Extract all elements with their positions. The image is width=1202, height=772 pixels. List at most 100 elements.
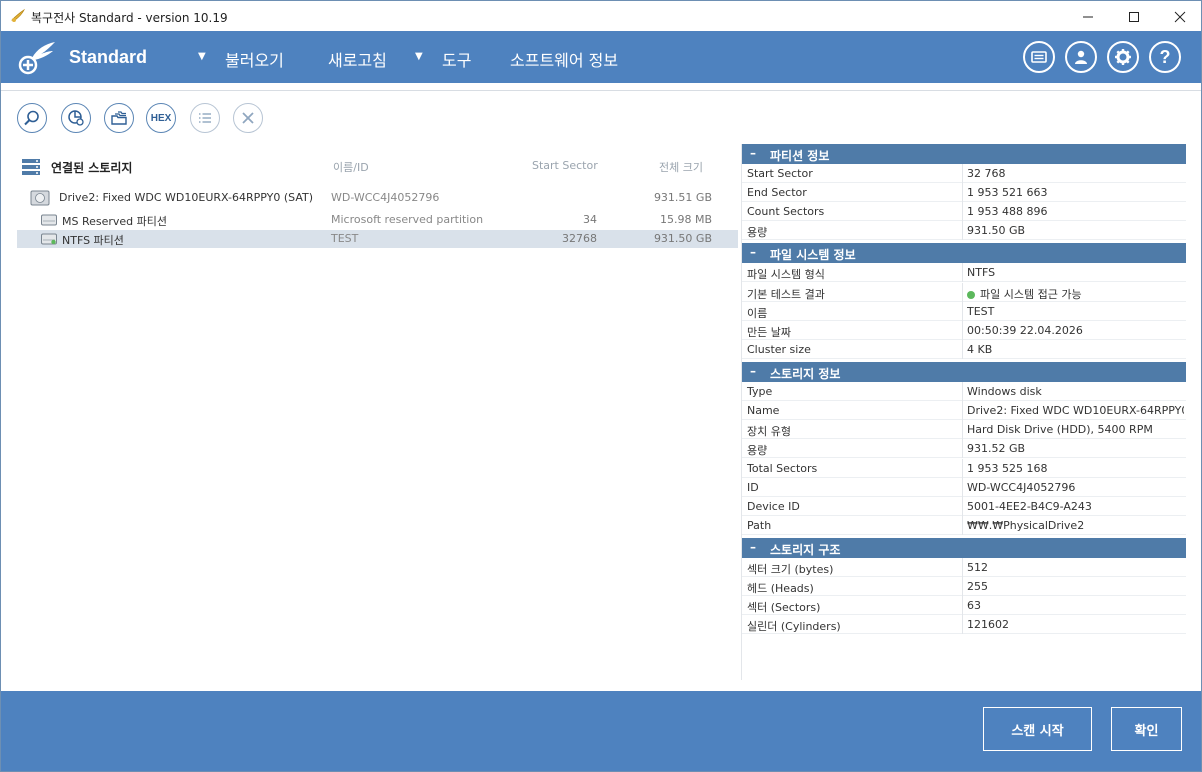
storage-tree: 연결된 스토리지 이름/ID Start Sector 전체 크기 Drive2… bbox=[17, 150, 738, 680]
prop-value: 931.50 GB bbox=[967, 224, 1026, 237]
prop-divider bbox=[962, 478, 963, 497]
window-title: 복구전사 Standard - version 10.19 bbox=[31, 11, 228, 25]
prop-divider bbox=[962, 615, 963, 634]
section-title: 파일 시스템 정보 bbox=[770, 248, 856, 262]
prop-row: 실린더 (Cylinders) 121602 bbox=[742, 615, 1186, 634]
minimize-icon bbox=[1083, 16, 1093, 17]
prop-row: 만든 날짜 00:50:39 22.04.2026 bbox=[742, 321, 1186, 340]
prop-value: 255 bbox=[967, 580, 988, 593]
prop-divider bbox=[962, 459, 963, 478]
prop-row: Cluster size 4 KB bbox=[742, 340, 1186, 359]
prop-key: End Sector bbox=[747, 186, 807, 199]
storage-stack-icon bbox=[22, 159, 40, 175]
list-button[interactable] bbox=[190, 103, 220, 133]
prop-key: Start Sector bbox=[747, 167, 813, 180]
prop-key: 용량 bbox=[747, 444, 768, 457]
pie-chart-icon bbox=[68, 110, 84, 126]
prop-divider bbox=[962, 516, 963, 535]
section-title: 파티션 정보 bbox=[770, 149, 830, 163]
maximize-button[interactable] bbox=[1111, 1, 1157, 32]
prop-key: 헤드 (Heads) bbox=[747, 582, 814, 595]
menu-about[interactable]: 소프트웨어 정보 bbox=[510, 47, 618, 71]
prop-divider bbox=[962, 183, 963, 202]
tree-row-drive[interactable]: Drive2: Fixed WDC WD10EURX-64RPPY0 (SAT)… bbox=[17, 189, 738, 207]
hex-button[interactable]: HEX bbox=[146, 103, 176, 133]
prop-row: Start Sector 32 768 bbox=[742, 164, 1186, 183]
menu-tools-arrow[interactable]: ▼ bbox=[415, 51, 423, 62]
ms-reserved-start-sector: 34 bbox=[583, 213, 597, 226]
folders-icon bbox=[111, 111, 127, 125]
ntfs-start-sector: 32768 bbox=[562, 232, 597, 245]
prop-key: Total Sectors bbox=[747, 462, 818, 475]
prop-row: 이름 TEST bbox=[742, 302, 1186, 321]
prop-divider bbox=[962, 202, 963, 221]
tree-row-ntfs[interactable]: NTFS 파티션 TEST 32768 931.50 GB bbox=[17, 230, 738, 248]
window-frame-left bbox=[0, 31, 1, 772]
card-button[interactable] bbox=[1023, 41, 1055, 73]
ntfs-id: TEST bbox=[331, 232, 359, 245]
prop-value: 1 953 488 896 bbox=[967, 205, 1048, 218]
list-icon bbox=[199, 113, 211, 123]
collapse-icon: – bbox=[750, 245, 756, 259]
prop-row: 파일 시스템 형식 NTFS bbox=[742, 263, 1186, 282]
logo-icon bbox=[18, 42, 55, 75]
search-button[interactable] bbox=[17, 103, 47, 133]
minimize-button[interactable] bbox=[1065, 1, 1111, 32]
help-button[interactable]: ? bbox=[1149, 41, 1181, 73]
menu-dropdown-arrow[interactable]: ▼ bbox=[198, 51, 206, 62]
app-icon bbox=[11, 8, 26, 22]
menu-refresh[interactable]: 새로고침 bbox=[328, 47, 387, 71]
prop-value: WD-WCC4J4052796 bbox=[967, 481, 1076, 494]
prop-divider bbox=[962, 164, 963, 183]
prop-key: 용량 bbox=[747, 226, 768, 239]
user-button[interactable] bbox=[1065, 41, 1097, 73]
section-title: 스토리지 구조 bbox=[770, 543, 841, 557]
prop-key: 파일 시스템 형식 bbox=[747, 268, 825, 281]
close-icon bbox=[1174, 11, 1186, 22]
column-start-sector-header: Start Sector bbox=[532, 159, 598, 172]
section-storage-structure[interactable]: – 스토리지 구조 bbox=[742, 538, 1186, 558]
analyze-button[interactable] bbox=[61, 103, 91, 133]
ms-reserved-name: MS Reserved 파티션 bbox=[62, 215, 168, 228]
prop-row: Device ID 5001-4EE2-B4C9-A243 bbox=[742, 497, 1186, 516]
section-storage-info[interactable]: – 스토리지 정보 bbox=[742, 362, 1186, 382]
help-icon: ? bbox=[1159, 46, 1171, 67]
prop-divider bbox=[962, 382, 963, 401]
prop-divider bbox=[962, 221, 963, 240]
card-icon bbox=[1031, 51, 1047, 63]
cancel-button[interactable] bbox=[233, 103, 263, 133]
prop-value: NTFS bbox=[967, 266, 996, 279]
section-filesystem-info[interactable]: – 파일 시스템 정보 bbox=[742, 243, 1186, 263]
prop-value: TEST bbox=[967, 305, 995, 318]
menu-load[interactable]: 불러오기 bbox=[225, 47, 284, 71]
collapse-icon: – bbox=[750, 364, 756, 378]
ntfs-name: NTFS 파티션 bbox=[62, 234, 124, 247]
gear-icon bbox=[1115, 49, 1131, 65]
prop-row: 장치 유형 Hard Disk Drive (HDD), 5400 RPM bbox=[742, 420, 1186, 439]
prop-row: 섹터 크기 (bytes) 512 bbox=[742, 558, 1186, 577]
prop-value: 00:50:39 22.04.2026 bbox=[967, 324, 1083, 337]
column-total-size-header: 전체 크기 bbox=[659, 161, 703, 174]
menu-tools[interactable]: 도구 bbox=[442, 47, 471, 71]
close-window-button[interactable] bbox=[1157, 1, 1202, 32]
scan-start-button[interactable]: 스캔 시작 bbox=[983, 707, 1092, 751]
section-partition-info[interactable]: – 파티션 정보 bbox=[742, 144, 1186, 164]
prop-key: 섹터 크기 (bytes) bbox=[747, 563, 834, 576]
user-icon bbox=[1075, 50, 1087, 64]
prop-divider bbox=[962, 596, 963, 615]
ms-reserved-total-size: 15.98 MB bbox=[659, 213, 712, 226]
prop-value: 63 bbox=[967, 599, 981, 612]
prop-key: ID bbox=[747, 481, 759, 494]
tree-row-ms-reserved[interactable]: MS Reserved 파티션 Microsoft reserved parti… bbox=[17, 211, 738, 229]
ntfs-total-size: 931.50 GB bbox=[653, 232, 712, 245]
prop-row: Count Sectors 1 953 488 896 bbox=[742, 202, 1186, 221]
properties-panel: – 파티션 정보 Start Sector 32 768 End Sector 1 … bbox=[741, 144, 1186, 680]
partition-icon bbox=[41, 214, 57, 226]
prop-key: 실린더 (Cylinders) bbox=[747, 620, 841, 633]
prop-divider bbox=[962, 497, 963, 516]
prop-value: 512 bbox=[967, 561, 988, 574]
app-header: Standard ▼ 불러오기 새로고침 ▼ 도구 소프트웨어 정보 ? bbox=[1, 31, 1201, 83]
folders-button[interactable] bbox=[104, 103, 134, 133]
settings-button[interactable] bbox=[1107, 41, 1139, 73]
ok-button[interactable]: 확인 bbox=[1111, 707, 1182, 751]
